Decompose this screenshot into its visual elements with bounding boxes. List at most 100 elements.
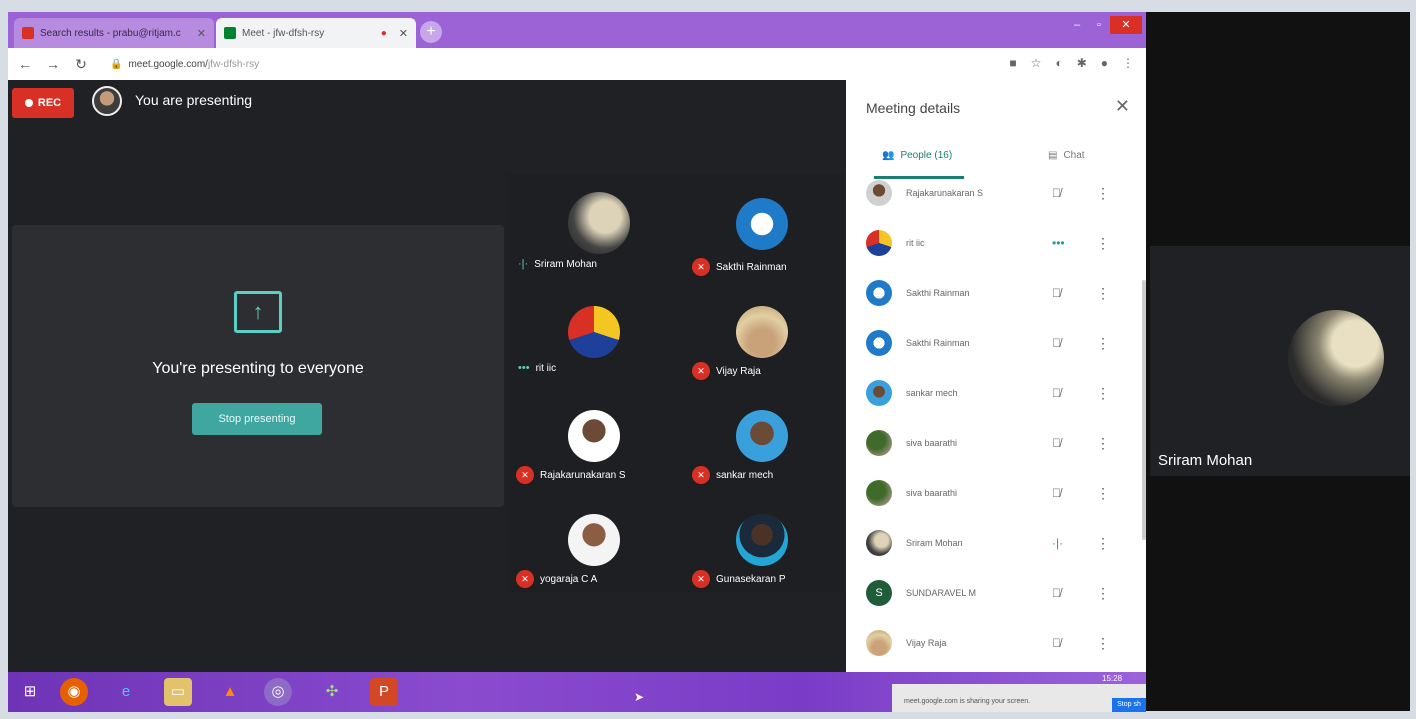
avatar: [736, 514, 788, 566]
star-icon[interactable]: ☆: [1031, 56, 1042, 70]
avatar: [866, 630, 892, 656]
powerpoint-icon[interactable]: P: [370, 678, 398, 706]
participant-tile[interactable]: ✕ Vijay Raja: [676, 278, 844, 382]
tile-label: Rajakarunakaran S: [540, 469, 626, 481]
reload-icon[interactable]: ↻: [70, 56, 92, 73]
tab-meet[interactable]: Meet - jfw-dfsh-rsy ● ✕: [216, 18, 416, 48]
more-options-icon[interactable]: ⋮: [1096, 285, 1110, 302]
avatar: [866, 530, 892, 556]
tile-name: ✕ yogaraja C A: [516, 570, 597, 588]
new-tab-button[interactable]: +: [420, 21, 442, 43]
tile-label: Vijay Raja: [716, 365, 761, 377]
firefox-icon[interactable]: ◉: [60, 678, 88, 706]
participant-tile[interactable]: ✕ Sakthi Rainman: [676, 174, 844, 278]
avatar: [736, 198, 788, 250]
more-options-icon[interactable]: ⋮: [1096, 535, 1110, 552]
tab-chat[interactable]: ▤ Chat: [1048, 150, 1085, 161]
stop-sharing-button[interactable]: Stop sh: [1112, 698, 1146, 712]
presentation-card: ↑ You're presenting to everyone Stop pre…: [12, 225, 504, 507]
tab-chat-label: Chat: [1063, 150, 1085, 161]
list-item[interactable]: S SUNDARAVEL M 🎙̸ ⋮: [846, 568, 1146, 618]
minimize-button[interactable]: –: [1066, 16, 1088, 34]
screen: Search results - prabu@ritjam.c ✕ Meet -…: [0, 0, 1416, 719]
more-options-icon[interactable]: ⋮: [1096, 485, 1110, 502]
close-tab-icon[interactable]: ✕: [197, 27, 206, 40]
avatar: [736, 410, 788, 462]
participant-tile[interactable]: ✕ yogaraja C A: [508, 486, 676, 590]
rec-label: REC: [37, 97, 62, 109]
ie-icon[interactable]: e: [112, 678, 140, 706]
tile-name: ✕ Rajakarunakaran S: [516, 466, 626, 484]
more-options-icon[interactable]: ⋮: [1096, 185, 1110, 202]
stop-presenting-button[interactable]: Stop presenting: [192, 403, 322, 435]
tab-people[interactable]: 👥 People (16): [882, 150, 952, 161]
tile-name: ✕ Vijay Raja: [692, 362, 761, 380]
list-item[interactable]: Vijay Raja 🎙̸ ⋮: [846, 618, 1146, 668]
folder-icon[interactable]: ▭: [164, 678, 192, 706]
participant-tile[interactable]: ✕ sankar mech: [676, 382, 844, 486]
participant-name: siva baarathi: [906, 438, 958, 448]
tab-gmail[interactable]: Search results - prabu@ritjam.c ✕: [14, 18, 214, 48]
list-item[interactable]: Sakthi Rainman 🎙̸ ⋮: [846, 318, 1146, 368]
scrollbar[interactable]: [1142, 280, 1146, 540]
browser-window: Search results - prabu@ritjam.c ✕ Meet -…: [8, 12, 1146, 672]
mouse-cursor-icon: ➤: [634, 690, 645, 704]
rec-badge: REC: [12, 88, 74, 118]
frame-top: [0, 0, 1416, 12]
address-bar: ← → ↻ 🔒 meet.google.com/jfw-dfsh-rsy ■ ☆ …: [8, 48, 1146, 80]
camera-icon[interactable]: ■: [1009, 56, 1016, 70]
participant-name: Sriram Mohan: [906, 538, 963, 548]
present-screen-icon: ↑: [234, 291, 282, 333]
close-tab-icon[interactable]: ✕: [399, 27, 408, 40]
list-item[interactable]: sankar mech 🎙̸ ⋮: [846, 368, 1146, 418]
participant-name: Rajakarunakaran S: [906, 188, 984, 198]
close-window-button[interactable]: ✕: [1110, 16, 1142, 34]
close-icon[interactable]: ✕: [1115, 96, 1130, 117]
menu-icon[interactable]: ⋮: [1122, 56, 1134, 70]
meet-stage: REC You are presenting ↑ You're presenti…: [8, 80, 846, 672]
maximize-button[interactable]: ▫: [1088, 16, 1110, 34]
url-field[interactable]: 🔒 meet.google.com/jfw-dfsh-rsy: [110, 59, 259, 70]
participant-tile[interactable]: ✕ Rajakarunakaran S: [508, 382, 676, 486]
tile-name: ✕ Gunasekaran P: [692, 570, 786, 588]
network-icon[interactable]: ✣: [318, 678, 346, 706]
vlc-icon[interactable]: ▲: [216, 678, 244, 706]
list-item[interactable]: Sakthi Rainman 🎙̸ ⋮: [846, 268, 1146, 318]
frame-right: [1410, 0, 1416, 719]
mic-off-icon: 🎙̸: [1052, 486, 1061, 500]
participant-name: SUNDARAVEL M: [906, 588, 977, 598]
chrome-icon[interactable]: ◎: [264, 678, 292, 706]
tab-people-label: People (16): [900, 150, 953, 161]
list-item[interactable]: siva baarathi 🎙̸ ⋮: [846, 418, 1146, 468]
avatar: [866, 430, 892, 456]
more-options-icon[interactable]: ⋮: [1096, 635, 1110, 652]
puzzle-icon[interactable]: ✱: [1077, 56, 1087, 70]
participant-tile[interactable]: ✕ Gunasekaran P: [676, 486, 844, 590]
profile-icon[interactable]: ●: [1101, 56, 1108, 70]
more-options-icon[interactable]: ⋮: [1096, 435, 1110, 452]
participant-tile[interactable]: ••• rit iic: [508, 278, 676, 382]
mic-off-icon: 🎙̸: [1052, 386, 1061, 400]
participant-tile[interactable]: ·|· Sriram Mohan: [508, 174, 676, 278]
self-video-tile[interactable]: Sriram Mohan: [1150, 246, 1410, 476]
participant-grid: ·|· Sriram Mohan ✕ Sakthi Rainman ••• rit i…: [508, 174, 844, 592]
active-tab-indicator: [874, 176, 964, 179]
participant-name: sankar mech: [906, 388, 958, 398]
mic-off-icon: ✕: [692, 466, 710, 484]
windows-start-icon[interactable]: ⊞: [16, 678, 44, 706]
extension-icon[interactable]: ◐: [1055, 56, 1062, 70]
more-options-icon[interactable]: ⋮: [1096, 585, 1110, 602]
forward-icon[interactable]: →: [42, 56, 64, 72]
mic-off-icon: 🎙̸: [1052, 586, 1061, 600]
more-options-icon[interactable]: ⋮: [1096, 235, 1110, 252]
participant-name: Vijay Raja: [906, 638, 947, 648]
list-item[interactable]: siva baarathi 🎙̸ ⋮: [846, 468, 1146, 518]
list-item[interactable]: rit iic ••• ⋮: [846, 218, 1146, 268]
back-icon[interactable]: ←: [14, 56, 36, 72]
mic-off-icon: 🎙̸: [1052, 636, 1061, 650]
more-options-icon[interactable]: ⋮: [1096, 335, 1110, 352]
mic-off-icon: ✕: [516, 570, 534, 588]
list-item[interactable]: Sriram Mohan ·|· ⋮: [846, 518, 1146, 568]
list-item[interactable]: Rajakarunakaran S 🎙̸ ⋮: [846, 180, 1146, 218]
more-options-icon[interactable]: ⋮: [1096, 385, 1110, 402]
